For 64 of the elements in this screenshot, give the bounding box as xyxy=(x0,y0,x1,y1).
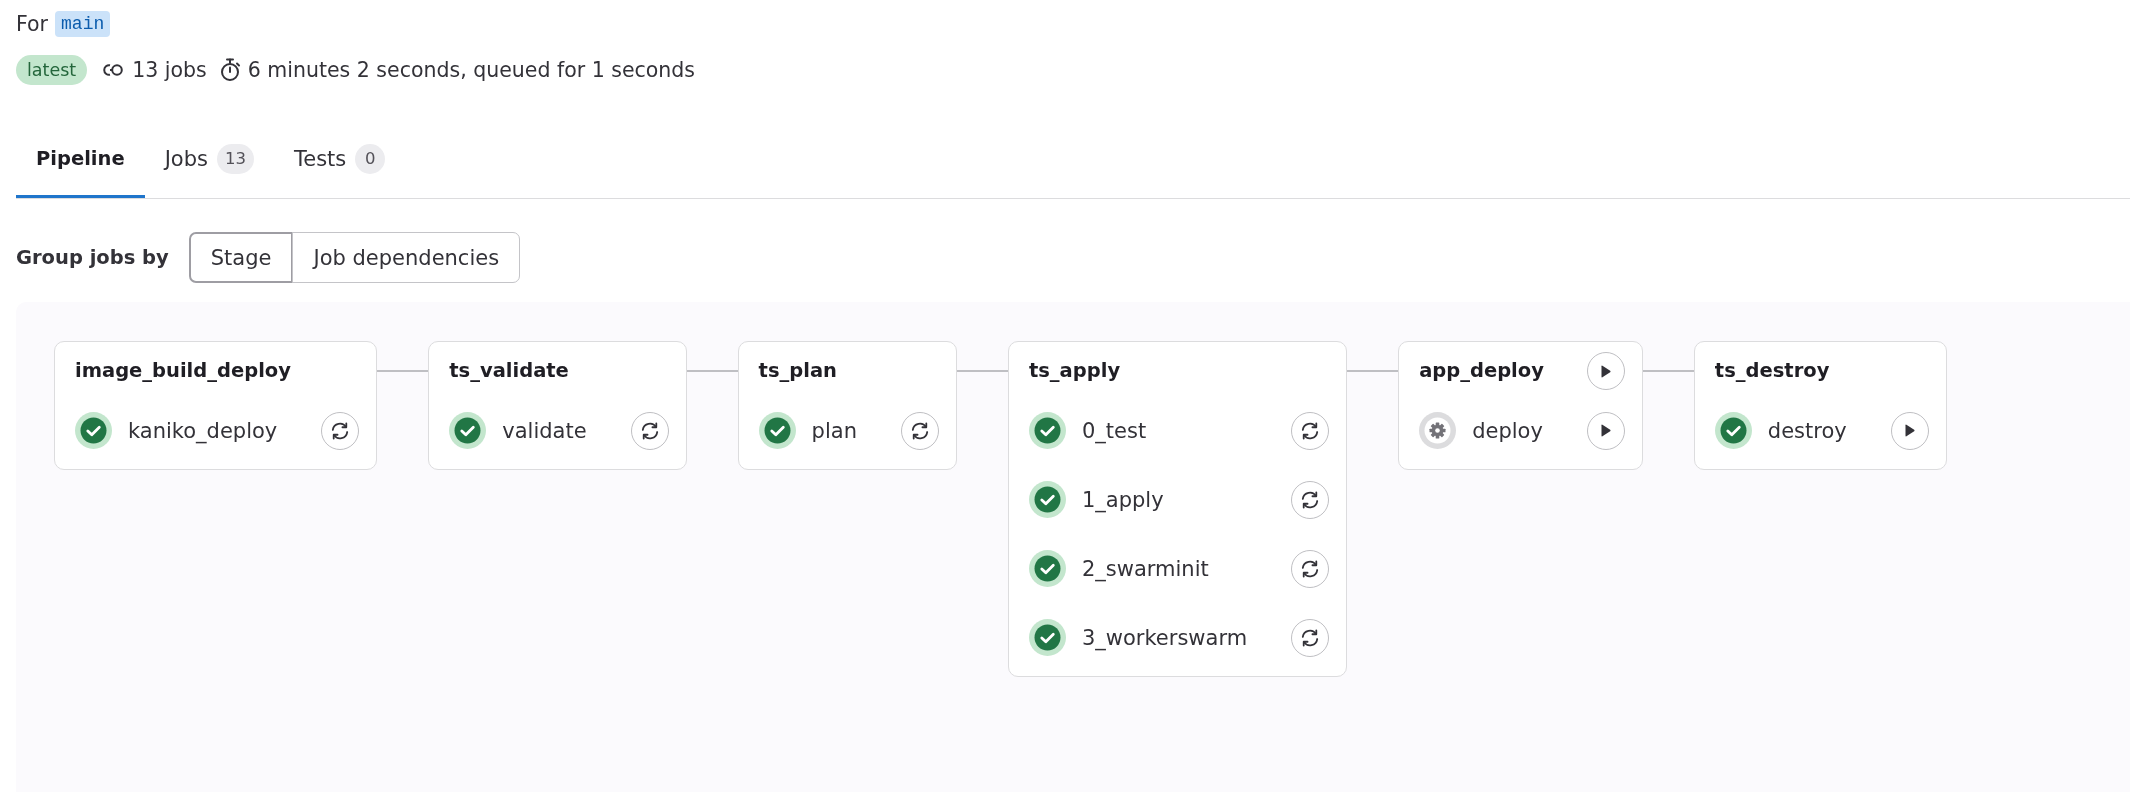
branch-name[interactable]: main xyxy=(55,11,111,37)
check-circle-icon xyxy=(75,412,112,449)
count-badge: 13 xyxy=(216,144,254,174)
job-name[interactable]: destroy xyxy=(1767,417,1847,444)
tab[interactable]: Tests 0 xyxy=(273,127,406,198)
stage-title: ts_apply xyxy=(1028,359,1121,383)
retry-icon xyxy=(1301,559,1320,578)
connector-line xyxy=(956,370,1008,372)
pipeline-badge: latest xyxy=(16,55,88,85)
play-icon xyxy=(1904,424,1916,437)
check-circle-icon xyxy=(758,412,796,449)
gear-icon xyxy=(1419,412,1457,449)
job-name[interactable]: kaniko_deploy xyxy=(128,417,278,444)
stage-title: image_build_deploy xyxy=(75,359,291,383)
retry-icon xyxy=(1301,628,1320,647)
count-badge: 0 xyxy=(355,144,386,174)
retry-button[interactable] xyxy=(1291,618,1330,657)
job-name[interactable]: plan xyxy=(811,417,857,444)
connector-line xyxy=(1642,370,1694,372)
play-button[interactable] xyxy=(1586,352,1625,390)
stage-title: app_deploy xyxy=(1419,359,1544,383)
tab[interactable]: Pipeline xyxy=(16,127,145,198)
retry-button[interactable] xyxy=(1291,411,1330,450)
retry-icon xyxy=(1301,421,1320,440)
retry-button[interactable] xyxy=(321,411,360,450)
segment-button[interactable]: Job dependencies xyxy=(292,232,521,283)
retry-icon xyxy=(640,421,659,440)
tab[interactable]: Jobs 13 xyxy=(144,127,274,198)
retry-icon xyxy=(910,421,929,440)
retry-icon xyxy=(1301,490,1320,509)
job-name[interactable]: 1_apply xyxy=(1081,486,1164,513)
check-circle-icon xyxy=(1028,619,1066,656)
retry-button[interactable] xyxy=(1291,549,1330,588)
connector-line xyxy=(1347,370,1399,372)
play-button[interactable] xyxy=(1890,411,1929,450)
stage-title: ts_validate xyxy=(449,359,569,383)
jobs-count: 13 jobs xyxy=(132,57,207,83)
play-button[interactable] xyxy=(1586,411,1625,450)
segment-button[interactable]: Stage xyxy=(188,232,294,283)
retry-button[interactable] xyxy=(630,411,669,450)
check-circle-icon xyxy=(1028,481,1066,518)
check-circle-icon xyxy=(1028,412,1066,449)
retry-button[interactable] xyxy=(900,411,939,450)
job-name[interactable]: 0_test xyxy=(1081,417,1147,444)
job-name[interactable]: deploy xyxy=(1472,417,1543,444)
retry-button[interactable] xyxy=(1291,480,1330,519)
for-label: For xyxy=(16,11,49,37)
rings-icon xyxy=(101,62,126,78)
connector-line xyxy=(377,370,429,372)
check-circle-icon xyxy=(1028,550,1066,587)
connector-line xyxy=(686,370,738,372)
check-circle-icon xyxy=(449,412,487,449)
duration-text: 6 minutes 2 seconds, queued for 1 seconds xyxy=(247,57,695,83)
job-name[interactable]: validate xyxy=(502,417,587,444)
stage-title: ts_plan xyxy=(758,359,837,383)
play-icon xyxy=(1600,364,1612,378)
play-icon xyxy=(1600,424,1612,437)
stopwatch-icon xyxy=(219,58,241,82)
check-circle-icon xyxy=(1714,412,1752,449)
stage-title: ts_destroy xyxy=(1714,359,1830,383)
retry-icon xyxy=(331,421,350,440)
job-name[interactable]: 2_swarminit xyxy=(1081,555,1209,582)
group-by-label: Group jobs by xyxy=(16,246,169,269)
job-name[interactable]: 3_workerswarm xyxy=(1081,624,1248,651)
